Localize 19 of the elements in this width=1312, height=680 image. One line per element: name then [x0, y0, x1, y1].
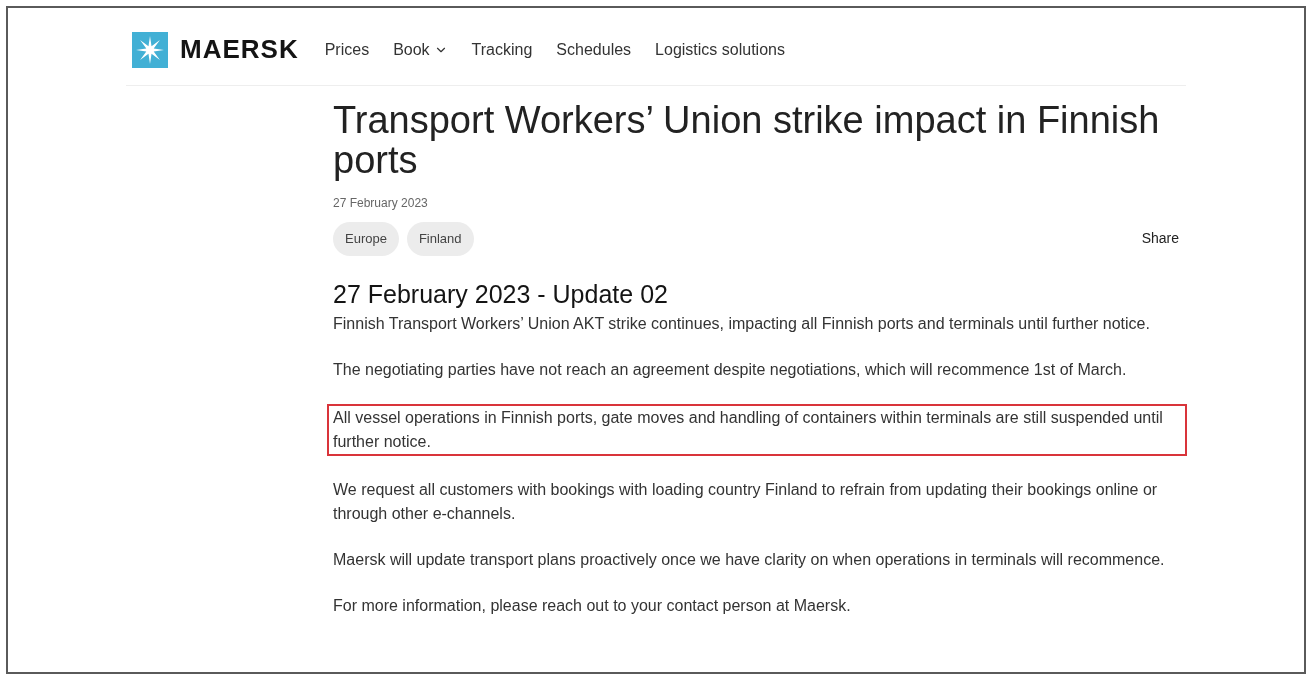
- tag-chip[interactable]: Finland: [406, 222, 474, 256]
- nav-link[interactable]: Schedules: [556, 37, 632, 62]
- share-button[interactable]: Share: [1141, 228, 1179, 250]
- section-heading: 27 February 2023 - Update 02: [333, 279, 669, 308]
- tag-chip[interactable]: Europe: [333, 222, 399, 256]
- nav-link[interactable]: Book: [393, 37, 448, 62]
- nav-link[interactable]: Tracking: [471, 37, 533, 62]
- highlighted-paragraph: All vessel operations in Finnish ports, gate moves and handling of containers within terminals are still suspended until further notice.: [327, 403, 1187, 456]
- nav-link[interactable]: Prices: [324, 37, 370, 62]
- nav-link[interactable]: Logistics solutions: [655, 37, 785, 62]
- article-title: Transport Workers’ Union strike impact in Finnish ports: [333, 100, 1161, 180]
- article-date: 27 February 2023: [333, 195, 429, 212]
- paragraph: Finnish Transport Workers’ Union AKT strike continues, impacting all Finnish ports and terminals until further notice.: [333, 313, 1151, 334]
- paragraph: We request all customers with bookings with loading country Finland to refrain from updating their bookings online or through other e-channels.: [333, 479, 1159, 524]
- brand-name[interactable]: MAERSK: [180, 30, 299, 69]
- paragraph: The negotiating parties have not reach an agreement despite negotiations, which will recommence 1st of March.: [333, 359, 1128, 380]
- paragraph: For more information, please reach out to your contact person at Maersk.: [333, 595, 852, 616]
- paragraph: Maersk will update transport plans proactively once we have clarity on when operations in terminals will recommence.: [333, 549, 1166, 570]
- star-logo-icon[interactable]: [132, 31, 168, 68]
